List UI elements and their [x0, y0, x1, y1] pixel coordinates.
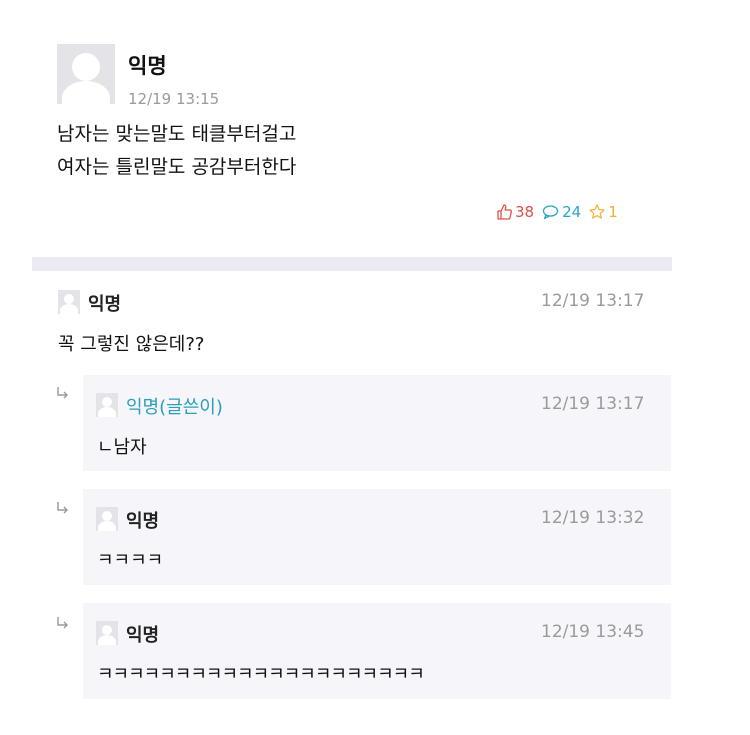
reply-text: ㄴ남자: [97, 437, 147, 458]
reply-timestamp: 12/19 13:45: [541, 622, 645, 642]
comment-author-avatar: [58, 290, 80, 314]
comment-button[interactable]: 24: [542, 203, 581, 221]
post-stats: 38 24 1: [496, 203, 618, 221]
reply-item: [83, 489, 671, 585]
scrap-button[interactable]: 1: [589, 203, 618, 221]
reply-timestamp: 12/19 13:17: [541, 394, 645, 414]
reply-text: ㅋㅋㅋㅋㅋㅋㅋㅋㅋㅋㅋㅋㅋㅋㅋㅋㅋㅋㅋㅋㅋ: [97, 664, 425, 685]
reply-text: ㅋㅋㅋㅋ: [97, 550, 164, 571]
post-body-text: 남자는 맞는말도 태클부터걸고 여자는 틀린말도 공감부터한다: [57, 123, 297, 178]
reply-arrow-icon: [57, 387, 68, 399]
reply-author-avatar: [96, 507, 118, 531]
reply-item: [83, 375, 671, 471]
comment-text: 꼭 그렇진 않은데??: [58, 334, 205, 355]
reply-author-name-op: 익명(글쓴이): [126, 397, 223, 418]
post-author-name: 익명: [128, 54, 167, 78]
thumbs-up-icon: [497, 204, 512, 220]
scrap-count: 1: [608, 203, 618, 221]
post-author-avatar: [57, 44, 115, 104]
reply-arrow-icon: [57, 617, 68, 629]
reply-arrow-icon: [57, 502, 68, 514]
reply-author-avatar: [96, 621, 118, 645]
comment-count: 24: [562, 203, 582, 221]
like-count: 38: [515, 203, 535, 221]
post-comment-divider: [32, 257, 672, 271]
post-timestamp: 12/19 13:15: [128, 90, 220, 108]
comment-timestamp: 12/19 13:17: [541, 291, 645, 311]
reply-timestamp: 12/19 13:32: [541, 508, 645, 528]
star-icon: [589, 204, 605, 219]
like-button[interactable]: 38: [496, 203, 534, 221]
reply-author-avatar: [96, 393, 118, 417]
speech-bubble-icon: [542, 205, 559, 220]
reply-author-name: 익명: [126, 625, 160, 646]
reply-author-name: 익명: [126, 511, 160, 532]
comment-author-name: 익명: [88, 294, 122, 315]
